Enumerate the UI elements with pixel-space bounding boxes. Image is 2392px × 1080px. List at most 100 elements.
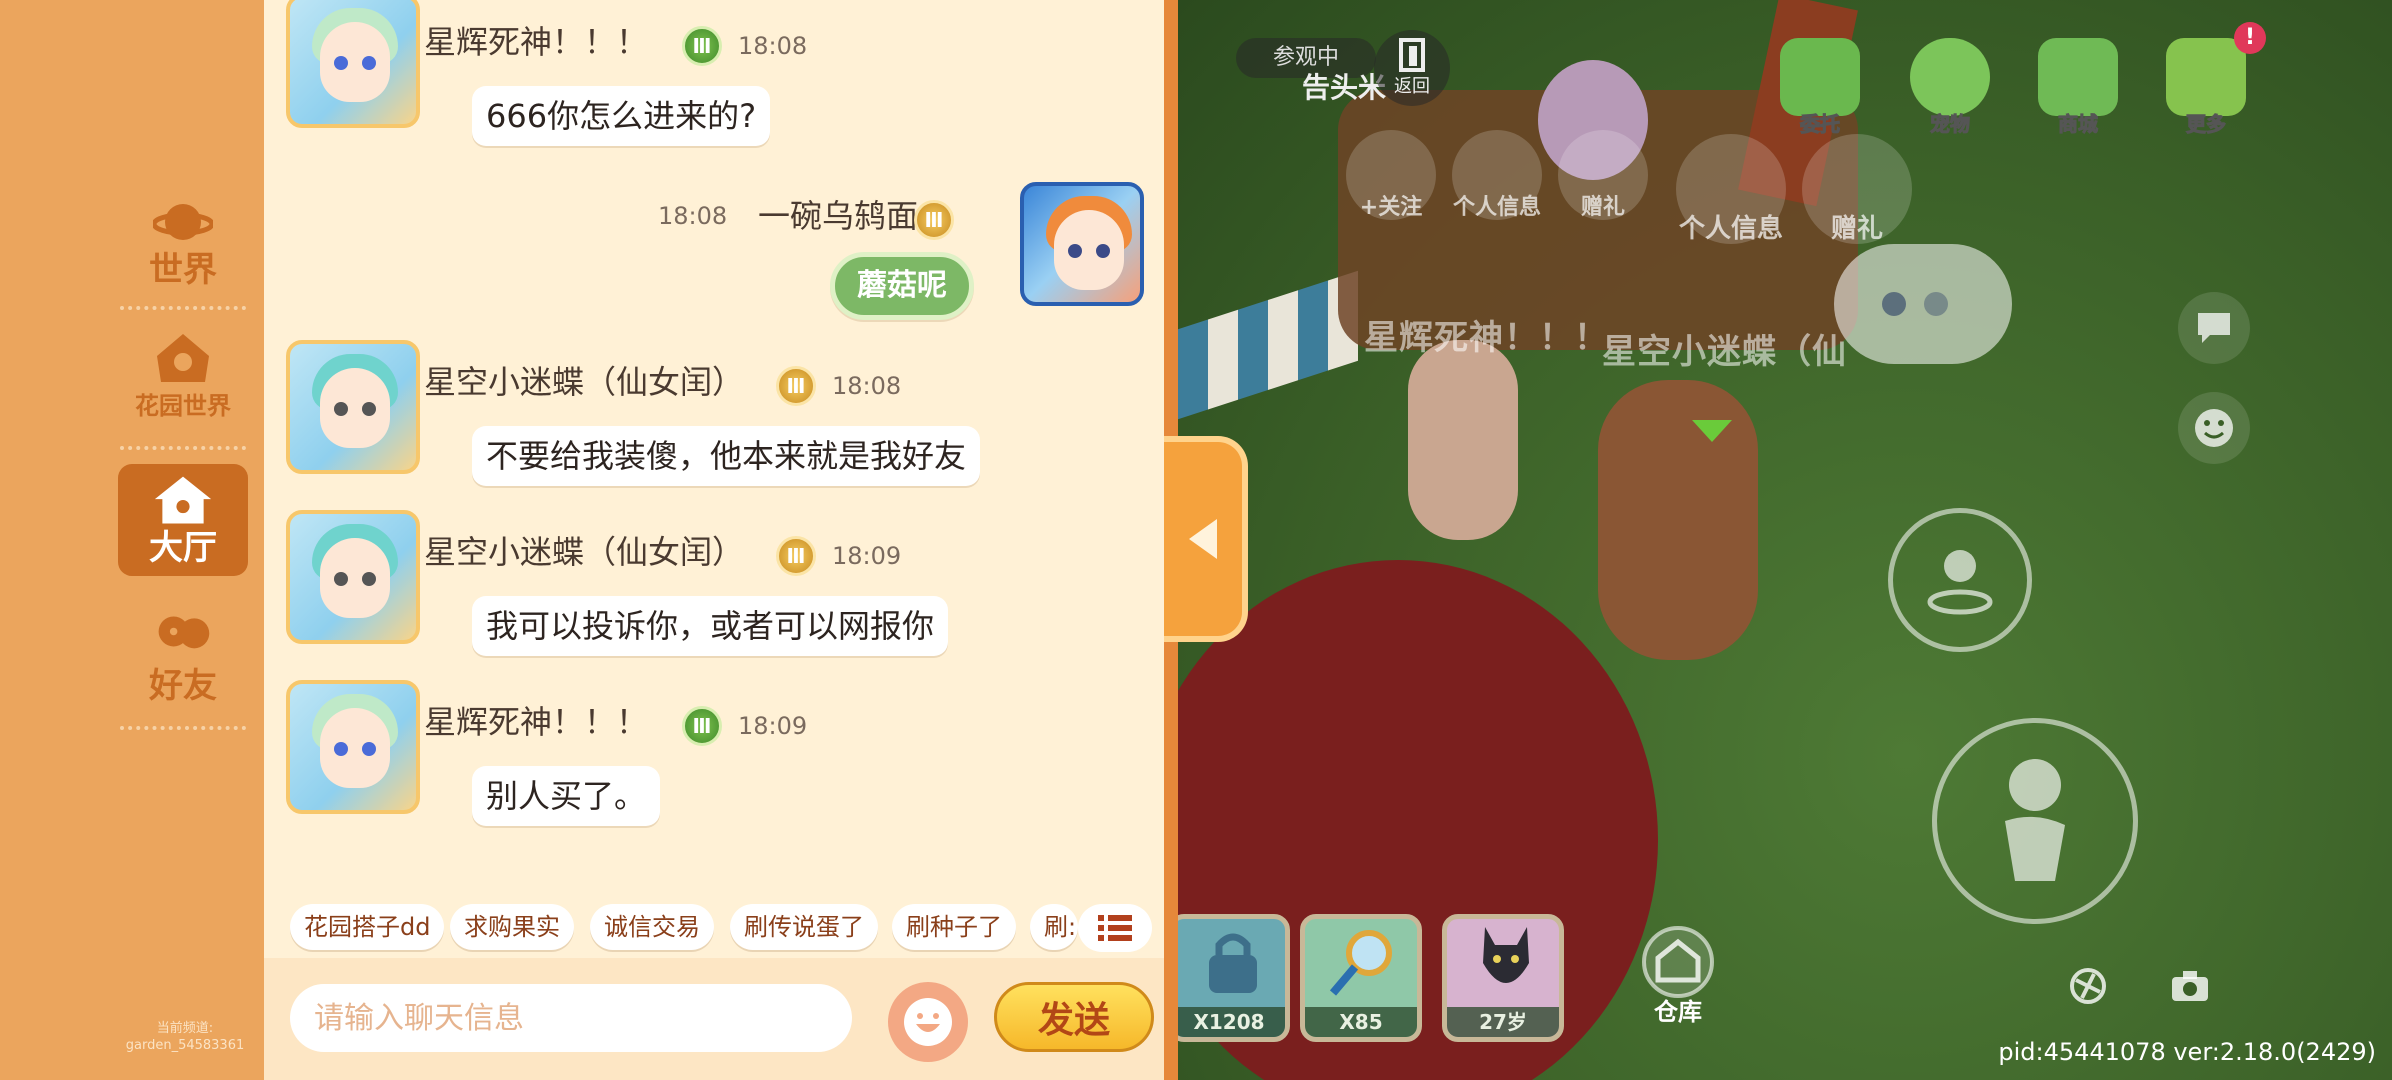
quick-phrase-chip[interactable]: 花园搭子dd [290, 904, 445, 950]
slot-count: X85 [1305, 1007, 1417, 1037]
gift-button[interactable]: 赠礼 [1558, 130, 1648, 220]
chat-panel: 星辉死神！！！ Ⅲ 18:08 666你怎么进来的? 18:08 一碗乌鸫面 Ⅲ… [264, 0, 1164, 1080]
warehouse-icon [1642, 925, 1714, 998]
nav-item-hall[interactable]: 大厅 [118, 464, 248, 576]
chevron-left-icon [1189, 519, 1217, 559]
message-bubble: 我可以投诉你，或者可以网报你 [472, 596, 949, 656]
friends-icon [153, 610, 213, 666]
inventory-slot[interactable]: X1208 [1178, 914, 1290, 1042]
action-label: 个人信息 [1452, 195, 1541, 220]
chat-input-bar: 发送 [264, 958, 1164, 1080]
left-nav: 世界 花园世界 大厅 好友 当前频道: garden_54583361 [0, 0, 264, 1080]
gift-button[interactable]: 赠礼 [1802, 134, 1912, 244]
warehouse-button[interactable]: 仓库 [1628, 920, 1728, 1030]
character-run-icon [2005, 759, 2065, 881]
sender-name[interactable]: 星辉死神！！！ [424, 22, 648, 62]
profile-button[interactable]: 个人信息 [1452, 130, 1542, 220]
message-time: 18:08 [832, 372, 902, 400]
nav-label-hall: 大厅 [149, 528, 217, 568]
cat-icon [1483, 927, 1529, 983]
top-icon-entrust[interactable]: 委托 [1772, 38, 1868, 148]
level-badge-icon: Ⅲ [682, 26, 722, 66]
player-name-label: 星空小迷蝶（仙 [1602, 332, 1847, 372]
player-name-label: 星辉死神！！！ [1364, 318, 1609, 358]
avatar[interactable] [286, 0, 420, 128]
phrase-list-button[interactable] [1078, 904, 1152, 952]
quick-phrase-bar: 花园搭子dd 求购果实 诚信交易 刷传说蛋了 刷种子了 刷: [284, 904, 1164, 956]
message-time: 18:09 [832, 542, 902, 570]
level-badge-icon: Ⅲ [776, 366, 816, 406]
sender-name[interactable]: 星空小迷蝶（仙女闰） [424, 532, 744, 572]
awning-decoration [1178, 270, 1358, 420]
emoji-button[interactable] [888, 982, 968, 1062]
action-label: 个人信息 [1678, 213, 1783, 244]
top-icon-more[interactable]: 更多 [2158, 38, 2254, 148]
aperture-icon [2070, 968, 2106, 1004]
top-icon-shop[interactable]: 商城 [2030, 38, 2126, 148]
message-bubble: 666你怎么进来的? [472, 86, 771, 146]
nav-item-friends[interactable]: 好友 [118, 602, 248, 714]
level-badge-icon: Ⅲ [682, 706, 722, 746]
version-info: pid:45441078 ver:2.18.0(2429) [1998, 1038, 2376, 1066]
quick-phrase-chip[interactable]: 求购果实 [450, 904, 574, 950]
spin-action-button[interactable] [1888, 508, 2032, 652]
quick-phrase-chip[interactable]: 刷: [1030, 904, 1078, 950]
quick-phrase-chip[interactable]: 诚信交易 [590, 904, 714, 950]
avatar[interactable] [286, 680, 420, 814]
chat-icon [2198, 313, 2230, 343]
quick-phrase-chip[interactable]: 刷种子了 [892, 904, 1016, 950]
nav-label-garden-world: 花园世界 [135, 392, 231, 420]
nav-label-world: 世界 [149, 250, 217, 290]
lock-icon [1209, 933, 1257, 993]
action-label: +关注 [1359, 195, 1423, 220]
character-spin-icon [1927, 550, 1993, 615]
current-channel: 当前频道: garden_54583361 [110, 1020, 260, 1054]
player-character[interactable] [1598, 380, 1758, 660]
inventory-slot[interactable]: 27岁 [1442, 914, 1564, 1042]
expression-button[interactable] [2178, 392, 2250, 464]
follow-button[interactable]: +关注 [1346, 130, 1436, 220]
magnifier-icon [1329, 930, 1392, 996]
sender-name[interactable]: 一碗乌鸫面 [758, 196, 918, 236]
top-icon-label: 商城 [2058, 112, 2099, 137]
jump-button[interactable] [1932, 718, 2138, 924]
rotate-camera-button[interactable] [2062, 960, 2114, 1012]
level-badge-icon: Ⅲ [776, 536, 816, 576]
player-character[interactable] [1408, 340, 1518, 540]
camera-icon [2172, 971, 2208, 1001]
avatar[interactable] [286, 340, 420, 474]
return-button[interactable]: 返回 [1374, 30, 1450, 106]
avatar[interactable] [286, 510, 420, 644]
screenshot-button[interactable] [2164, 960, 2216, 1012]
nav-item-world[interactable]: 世界 [118, 186, 248, 298]
nav-label-friends: 好友 [149, 666, 217, 706]
nav-divider [120, 306, 246, 310]
profile-button[interactable]: 个人信息 [1676, 134, 1786, 244]
send-button[interactable]: 发送 [994, 982, 1154, 1052]
avatar[interactable] [1020, 182, 1144, 306]
planet-icon [153, 194, 213, 250]
top-icon-label: 宠物 [1930, 112, 1971, 137]
message-time: 18:08 [658, 202, 728, 230]
house-icon [153, 472, 213, 528]
message-time: 18:08 [738, 32, 808, 60]
collapse-chat-button[interactable] [1164, 436, 1248, 642]
nav-divider [120, 726, 246, 730]
speech-bubble-icon[interactable] [1834, 244, 2012, 364]
list-icon [1098, 915, 1132, 941]
nav-divider [120, 446, 246, 450]
inventory-slot[interactable]: X85 [1300, 914, 1422, 1042]
notification-badge: ! [2234, 22, 2266, 54]
chat-input[interactable] [290, 984, 852, 1052]
top-icon-pet[interactable]: 宠物 [1902, 38, 1998, 148]
chat-bubble-button[interactable] [2178, 292, 2250, 364]
message-bubble: 蘑菇呢 [830, 252, 974, 320]
sender-name[interactable]: 星辉死神！！！ [424, 702, 648, 742]
nav-item-garden-world[interactable]: 花园世界 [118, 322, 248, 434]
level-badge-icon: Ⅲ [914, 200, 954, 240]
return-label: 返回 [1394, 76, 1430, 97]
quick-phrase-chip[interactable]: 刷传说蛋了 [730, 904, 878, 950]
action-label: 赠礼 [1830, 213, 1883, 244]
sender-name[interactable]: 星空小迷蝶（仙女闰） [424, 362, 744, 402]
emoji-icon [904, 998, 952, 1046]
